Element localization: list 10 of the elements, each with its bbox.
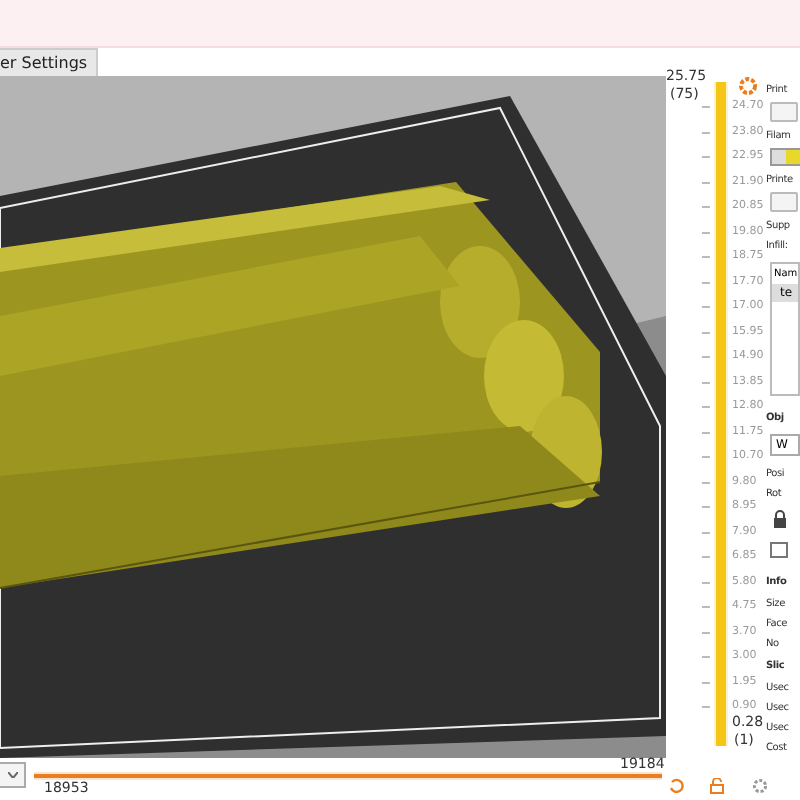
lock-icon[interactable] (772, 510, 788, 529)
settings-icon[interactable] (752, 778, 768, 794)
preset-button[interactable] (770, 192, 798, 212)
preset-button[interactable] (770, 102, 798, 122)
undo-icon[interactable] (668, 778, 684, 794)
dropdown[interactable] (0, 762, 26, 788)
checkbox[interactable] (770, 542, 788, 558)
gear-icon[interactable] (738, 76, 758, 96)
filament-swatch[interactable] (770, 147, 800, 167)
caret-icon (7, 772, 17, 778)
